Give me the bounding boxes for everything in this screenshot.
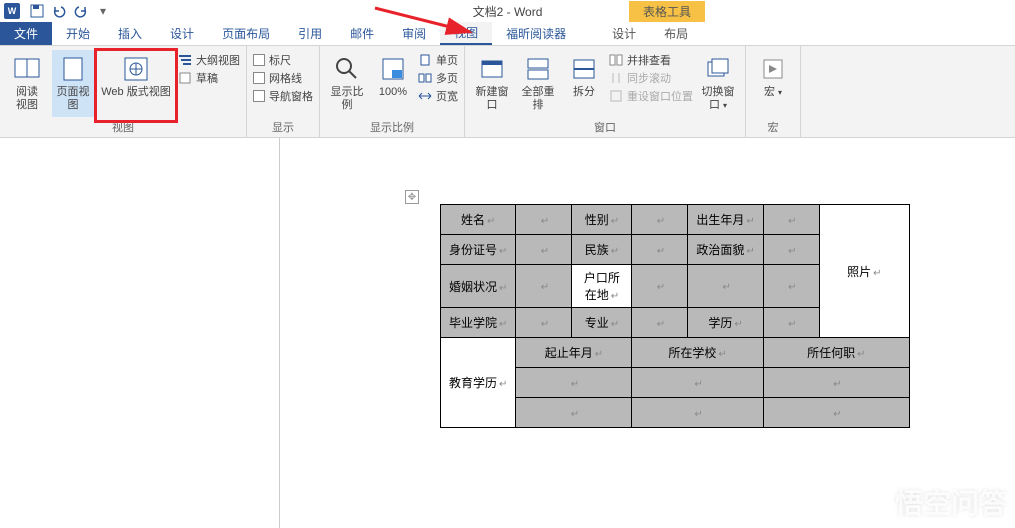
tab-table-layout[interactable]: 布局 [650,22,702,45]
form-table[interactable]: 姓名↵ ↵ 性别↵ ↵ 出生年月↵ ↵ 照片↵ 身份证号↵ ↵ 民族↵ ↵ 政治… [440,204,910,428]
web-layout-button[interactable]: Web 版式视图 [98,50,174,117]
cell-marital-label: 婚姻状况↵ [441,265,516,308]
cell-period-label: 起止年月↵ [516,338,632,368]
cell-gender-label: 性别↵ [572,205,632,235]
cell-edu-r1-school: ↵ [632,368,763,398]
cell-empty-r3a: ↵ [688,265,763,308]
cell-school-label: 毕业学院↵ [441,308,516,338]
group-zoom: 显示比例 100% 单页 多页 页宽 显示比例 [320,46,465,137]
tab-review[interactable]: 审阅 [388,22,440,45]
group-show: 标尺 网格线 导航窗格 显示 [247,46,320,137]
one-page-button[interactable]: 单页 [418,52,458,68]
left-margin-area [0,138,280,528]
cell-edu-r2-school: ↵ [632,398,763,428]
tab-design[interactable]: 设计 [156,22,208,45]
read-mode-button[interactable]: 阅读 视图 [6,50,48,117]
sync-scroll-button: 同步滚动 [609,70,693,86]
zoom-button[interactable]: 显示比例 [326,50,368,117]
print-layout-button[interactable]: 页面视图 [52,50,94,117]
tab-home[interactable]: 开始 [52,22,104,45]
arrange-all-button[interactable]: 全部重排 [517,50,559,117]
navpane-checkbox[interactable]: 导航窗格 [253,88,313,104]
cell-school-value: ↵ [516,308,572,338]
reset-window-button: 重设窗口位置 [609,88,693,104]
window-title: 文档2 - Word [473,3,543,20]
cell-ethnic-value: ↵ [632,235,688,265]
cell-name-label: 姓名↵ [441,205,516,235]
word-app-icon: W [4,3,20,19]
cell-edu-r1-period: ↵ [516,368,632,398]
cell-empty-r3b: ↵ [763,265,819,308]
cell-politics-label: 政治面貌↵ [688,235,763,265]
draft-view-button[interactable]: 草稿 [178,70,240,86]
group-window: 新建窗口 全部重排 拆分 并排查看 同步滚动 重设窗口位置 切换窗口 ▾ 窗口 [465,46,746,137]
gridlines-checkbox[interactable]: 网格线 [253,70,313,86]
multi-page-button[interactable]: 多页 [418,70,458,86]
context-tab-table-tools: 表格工具 [629,1,705,22]
qat-customize-icon[interactable]: ▾ [94,2,112,20]
tab-references[interactable]: 引用 [284,22,336,45]
undo-icon[interactable] [50,2,68,20]
tab-mailings[interactable]: 邮件 [336,22,388,45]
cell-atschool-label: 所在学校↵ [632,338,763,368]
cell-major-value: ↵ [632,308,688,338]
cell-major-label: 专业↵ [572,308,632,338]
tab-view[interactable]: 视图 [440,22,492,45]
cell-edu-label: 教育学历↵ [441,338,516,428]
cell-politics-value: ↵ [763,235,819,265]
macros-button[interactable]: 宏 ▾ [752,50,794,117]
cell-gender-value: ↵ [632,205,688,235]
cell-ethnic-label: 民族↵ [572,235,632,265]
ruler-checkbox[interactable]: 标尺 [253,52,313,68]
cell-hukou-value: ↵ [632,265,688,308]
tab-insert[interactable]: 插入 [104,22,156,45]
tab-foxit[interactable]: 福昕阅读器 [492,22,580,45]
tab-page-layout[interactable]: 页面布局 [208,22,284,45]
cell-edu-r2-pos: ↵ [763,398,909,428]
cell-id-value: ↵ [516,235,572,265]
new-window-button[interactable]: 新建窗口 [471,50,513,117]
cell-marital-value: ↵ [516,265,572,308]
zoom-100-button[interactable]: 100% [372,50,414,117]
title-bar: W ▾ 文档2 - Word 表格工具 [0,0,1015,22]
cell-hukou-label: 户口所 在地↵ [572,265,632,308]
cell-id-label: 身份证号↵ [441,235,516,265]
cell-position-label: 所任何职↵ [763,338,909,368]
outline-view-button[interactable]: 大纲视图 [178,52,240,68]
watermark-logo-icon [855,490,889,514]
group-macros: 宏 ▾ 宏 [746,46,801,137]
cell-photo: 照片↵ [819,205,909,338]
cell-edu-r1-pos: ↵ [763,368,909,398]
page[interactable]: ✥ 姓名↵ ↵ 性别↵ ↵ 出生年月↵ ↵ 照片↵ 身份证号↵ ↵ 民族↵ ↵ … [280,138,1015,528]
ribbon: 阅读 视图 页面视图 Web 版式视图 大纲视图 草稿 视图 标尺 网格线 导航… [0,46,1015,138]
document-area: ✥ 姓名↵ ↵ 性别↵ ↵ 出生年月↵ ↵ 照片↵ 身份证号↵ ↵ 民族↵ ↵ … [0,138,1015,528]
split-button[interactable]: 拆分 [563,50,605,117]
ribbon-tabs: 文件 开始 插入 设计 页面布局 引用 邮件 审阅 视图 福昕阅读器 设计 布局 [0,22,1015,46]
table-move-handle-icon[interactable]: ✥ [405,190,419,204]
watermark: 悟空问答 [855,482,1007,522]
cell-degree-label: 学历↵ [688,308,763,338]
switch-windows-button[interactable]: 切换窗口 ▾ [697,50,739,117]
cell-birth-label: 出生年月↵ [688,205,763,235]
save-icon[interactable] [28,2,46,20]
cell-name-value: ↵ [516,205,572,235]
side-by-side-button[interactable]: 并排查看 [609,52,693,68]
cell-birth-value: ↵ [763,205,819,235]
page-width-button[interactable]: 页宽 [418,88,458,104]
tab-table-design[interactable]: 设计 [598,22,650,45]
tab-file[interactable]: 文件 [0,22,52,45]
redo-icon[interactable] [72,2,90,20]
cell-degree-value: ↵ [763,308,819,338]
cell-edu-r2-period: ↵ [516,398,632,428]
group-views: 阅读 视图 页面视图 Web 版式视图 大纲视图 草稿 视图 [0,46,247,137]
